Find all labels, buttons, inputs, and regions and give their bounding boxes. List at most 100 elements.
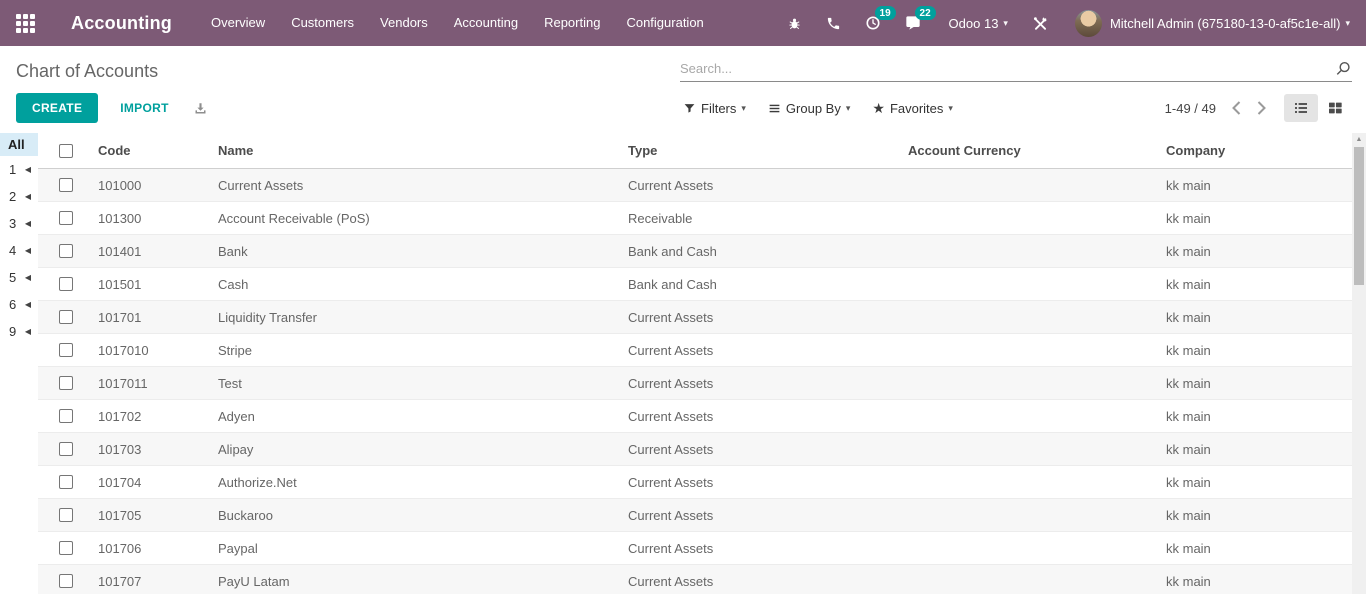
row-checkbox[interactable] xyxy=(59,442,73,456)
sidebar-group-item[interactable]: 4 ◀ xyxy=(0,237,38,264)
table-row[interactable]: 101300 Account Receivable (PoS) Receivab… xyxy=(38,202,1352,235)
chevron-down-icon: ▾ xyxy=(741,102,746,113)
filters-label: Filters xyxy=(701,100,737,116)
table-row[interactable]: 101704 Authorize.Net Current Assets kk m… xyxy=(38,466,1352,499)
sidebar-group-item[interactable]: 1 ◀ xyxy=(0,156,38,183)
sidebar-group-item[interactable]: 9 ◀ xyxy=(0,318,38,345)
row-checkbox[interactable] xyxy=(59,409,73,423)
menu-item[interactable]: Vendors xyxy=(367,0,441,46)
table-row[interactable]: 101401 Bank Bank and Cash kk main xyxy=(38,235,1352,268)
table-row[interactable]: 101705 Buckaroo Current Assets kk main xyxy=(38,499,1352,532)
table-body: 101000 Current Assets Current Assets kk … xyxy=(38,169,1352,594)
filters-dropdown[interactable]: Filters ▾ xyxy=(683,101,746,116)
table-row[interactable]: 101501 Cash Bank and Cash kk main xyxy=(38,268,1352,301)
column-header-type[interactable]: Type xyxy=(624,143,904,158)
table-row[interactable]: 101701 Liquidity Transfer Current Assets… xyxy=(38,301,1352,334)
table-row[interactable]: 1017011 Test Current Assets kk main xyxy=(38,367,1352,400)
table-row[interactable]: 101707 PayU Latam Current Assets kk main xyxy=(38,565,1352,594)
row-checkbox[interactable] xyxy=(59,244,73,258)
search-input[interactable] xyxy=(680,59,1335,78)
row-checkbox[interactable] xyxy=(59,211,73,225)
menu-item[interactable]: Accounting xyxy=(441,0,531,46)
cell-code: 101702 xyxy=(98,408,142,424)
table-row[interactable]: 101000 Current Assets Current Assets kk … xyxy=(38,169,1352,202)
column-header-code[interactable]: Code xyxy=(94,143,214,158)
tools-icon[interactable] xyxy=(1032,15,1049,32)
cell-code: 1017011 xyxy=(98,375,148,391)
row-checkbox[interactable] xyxy=(59,178,73,192)
export-download-icon[interactable] xyxy=(193,101,208,116)
collapse-arrow-icon: ◀ xyxy=(24,165,31,174)
chevron-down-icon: ▾ xyxy=(1345,17,1350,28)
scrollbar-thumb[interactable] xyxy=(1354,147,1364,285)
sidebar-group-item[interactable]: 6 ◀ xyxy=(0,291,38,318)
group-by-dropdown[interactable]: Group By ▾ xyxy=(768,101,850,116)
cell-code: 1017010 xyxy=(98,342,149,358)
kanban-view-button[interactable] xyxy=(1318,94,1352,122)
collapse-arrow-icon: ◀ xyxy=(24,246,31,255)
main-menu: Overview Customers Vendors Accounting Report… xyxy=(198,0,717,46)
app-title[interactable]: Accounting xyxy=(71,13,172,34)
menu-item[interactable]: Configuration xyxy=(613,0,716,46)
collapse-arrow-icon: ◀ xyxy=(24,192,31,201)
activity-clock-icon[interactable]: 19 xyxy=(865,6,896,31)
sidebar-group-item[interactable]: 3 ◀ xyxy=(0,210,38,237)
cell-company: kk main xyxy=(1166,342,1211,358)
cell-name: Adyen xyxy=(218,408,255,424)
pager-previous-icon[interactable] xyxy=(1232,101,1241,115)
cell-code: 101501 xyxy=(98,276,142,292)
version-dropdown[interactable]: Odoo 13 ▾ xyxy=(949,16,1008,31)
row-checkbox[interactable] xyxy=(59,376,73,390)
phone-icon[interactable] xyxy=(826,16,841,31)
row-checkbox[interactable] xyxy=(59,541,73,555)
cell-type: Receivable xyxy=(628,210,693,226)
bug-icon[interactable] xyxy=(787,16,802,31)
cell-type: Current Assets xyxy=(628,573,714,589)
sidebar-group-label: 9 xyxy=(9,324,17,339)
row-checkbox[interactable] xyxy=(59,343,73,357)
table-row[interactable]: 1017010 Stripe Current Assets kk main xyxy=(38,334,1352,367)
page-title: Chart of Accounts xyxy=(16,61,159,81)
select-all-checkbox[interactable] xyxy=(59,143,73,158)
row-checkbox[interactable] xyxy=(59,508,73,522)
favorites-dropdown[interactable]: ★ Favorites ▾ xyxy=(872,101,953,116)
pager-next-icon[interactable] xyxy=(1257,101,1266,115)
cell-code: 101703 xyxy=(98,441,142,457)
cell-company: kk main xyxy=(1166,507,1211,523)
pager-range[interactable]: 1-49 / 49 xyxy=(1165,101,1216,116)
row-checkbox[interactable] xyxy=(59,277,73,291)
cell-code: 101701 xyxy=(98,309,142,325)
cell-name: Paypal xyxy=(218,540,258,556)
vertical-scrollbar[interactable]: ▲ xyxy=(1352,133,1366,594)
scroll-up-icon[interactable]: ▲ xyxy=(1352,133,1366,146)
row-checkbox[interactable] xyxy=(59,310,73,324)
table-row[interactable]: 101706 Paypal Current Assets kk main xyxy=(38,532,1352,565)
sidebar-group-item[interactable]: 5 ◀ xyxy=(0,264,38,291)
row-checkbox[interactable] xyxy=(59,574,73,588)
cell-name: Current Assets xyxy=(218,177,304,193)
column-header-name[interactable]: Name xyxy=(214,143,624,158)
menu-item[interactable]: Reporting xyxy=(531,0,613,46)
table-row[interactable]: 101702 Adyen Current Assets kk main xyxy=(38,400,1352,433)
search-box xyxy=(680,59,1352,82)
search-icon[interactable] xyxy=(1335,60,1352,77)
filter-funnel-icon xyxy=(683,102,696,115)
menu-item[interactable]: Customers xyxy=(278,0,367,46)
list-view-button[interactable] xyxy=(1284,94,1318,122)
import-button[interactable]: IMPORT xyxy=(114,100,174,116)
sidebar-group-label: 6 xyxy=(9,297,17,312)
sidebar-group-label: 5 xyxy=(9,270,17,285)
create-button[interactable]: CREATE xyxy=(16,93,99,123)
sidebar-group-item[interactable]: 2 ◀ xyxy=(0,183,38,210)
apps-menu-icon[interactable] xyxy=(16,13,35,33)
menu-item[interactable]: Overview xyxy=(198,0,278,46)
column-header-company[interactable]: Company xyxy=(1162,143,1352,158)
user-menu[interactable]: Mitchell Admin (675180-13-0-af5c1e-all) … xyxy=(1074,9,1350,37)
messages-icon[interactable]: 22 xyxy=(905,6,936,31)
table-row[interactable]: 101703 Alipay Current Assets kk main xyxy=(38,433,1352,466)
column-header-account-currency[interactable]: Account Currency xyxy=(904,143,1162,158)
cell-company: kk main xyxy=(1166,177,1211,193)
cell-type: Current Assets xyxy=(628,408,714,424)
sidebar-item-all[interactable]: All xyxy=(0,133,38,156)
row-checkbox[interactable] xyxy=(59,475,73,489)
